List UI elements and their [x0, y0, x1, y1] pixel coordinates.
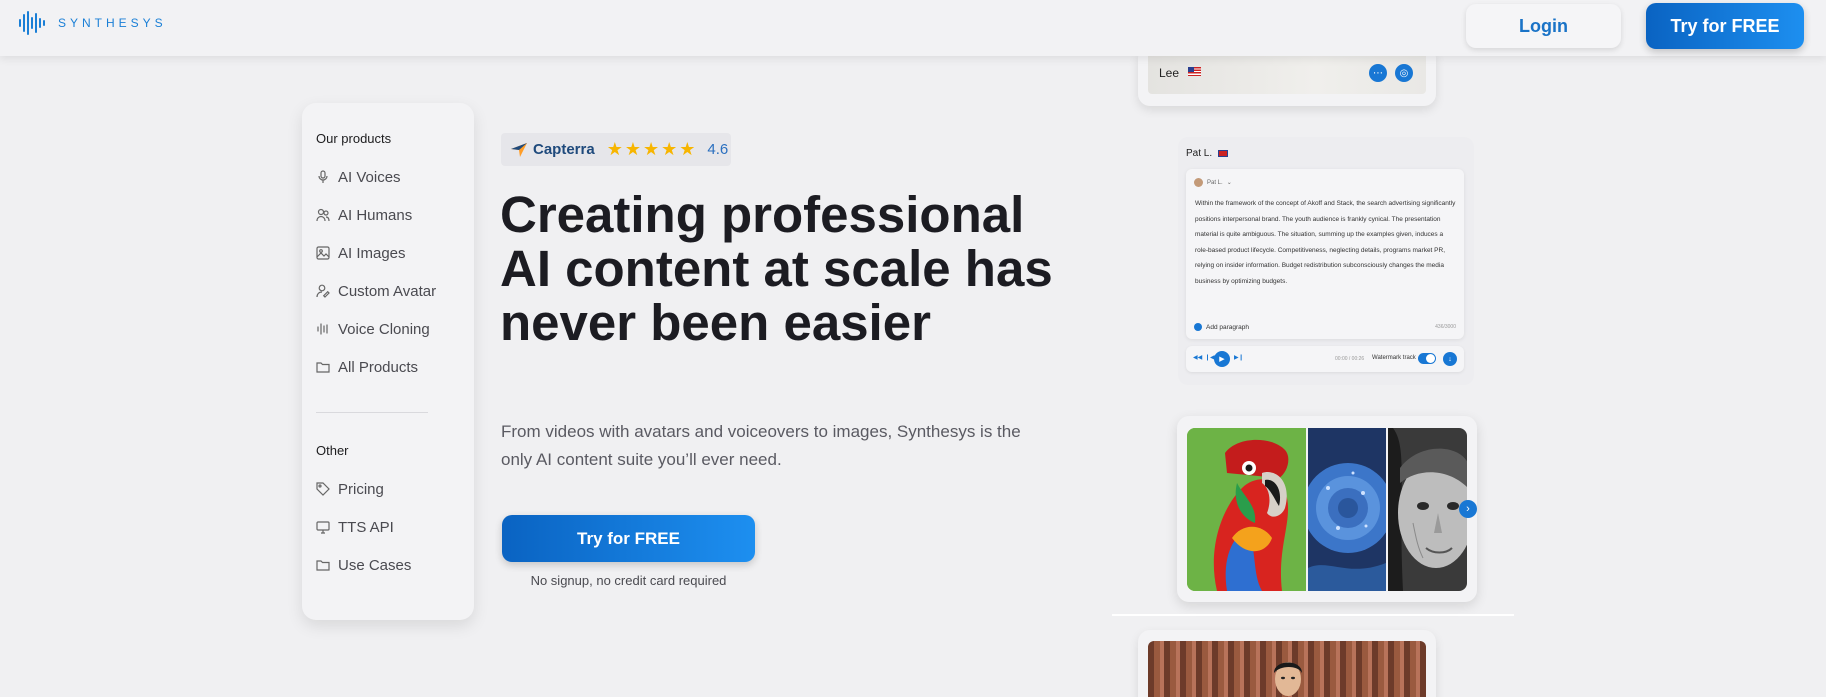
download-icon[interactable]: ↓	[1443, 352, 1457, 366]
sidebar-item-label: AI Images	[338, 244, 406, 262]
sidebar-divider	[316, 412, 428, 413]
text-editor[interactable]: Pat L. ⌄ Within the framework of the con…	[1186, 169, 1464, 339]
sidebar-item-voice-cloning[interactable]: Voice Cloning	[316, 310, 460, 348]
users-icon	[316, 208, 330, 222]
tag-icon	[316, 482, 330, 496]
image-icon	[316, 246, 330, 260]
hero-subtitle: From videos with avatars and voiceovers …	[501, 422, 1021, 469]
star-rating-icon: ★★★★★	[606, 139, 698, 159]
mic-icon	[318, 170, 328, 183]
us-flag-icon	[1188, 67, 1201, 76]
monitor-icon	[316, 521, 330, 534]
sidebar-item-tts-api[interactable]: TTS API	[316, 508, 460, 546]
voice-name: Lee	[1159, 66, 1180, 80]
plus-icon	[1194, 323, 1202, 331]
capterra-logo-icon	[511, 142, 527, 157]
sidebar-item-use-cases[interactable]: Use Cases	[316, 546, 460, 584]
parrot-image	[1187, 428, 1307, 591]
sidebar-item-label: Use Cases	[338, 556, 412, 574]
sidebar-item-label: All Products	[338, 358, 419, 376]
try-free-hero-button[interactable]: Try for FREE	[502, 515, 755, 562]
image-carousel[interactable]	[1187, 428, 1467, 591]
rewind-icon[interactable]: ◀◀	[1193, 354, 1202, 361]
next-icon[interactable]: ▶❙	[1234, 354, 1244, 361]
tts-editor-card: Pat L. Pat L. ⌄ Within the framework of …	[1178, 137, 1474, 385]
synthesys-logo[interactable]: SYNTHESYS	[18, 10, 167, 36]
capterra-rating-badge[interactable]: Capterra ★★★★★ 4.6	[501, 133, 731, 166]
add-paragraph-label: Add paragraph	[1206, 323, 1250, 331]
sidebar-item-label: TTS API	[338, 518, 394, 536]
sidebar-item-label: Custom Avatar	[338, 282, 437, 300]
chevron-down-icon: ⌄	[1226, 180, 1232, 186]
cta-note: No signup, no credit card required	[530, 573, 727, 588]
ai-humans-card	[1138, 630, 1436, 697]
section-divider	[1112, 614, 1514, 616]
avatar-video-preview[interactable]	[1148, 641, 1426, 697]
watermark-toggle[interactable]	[1418, 353, 1436, 364]
ai-images-card: ›	[1177, 416, 1477, 602]
play-icon[interactable]: ▶	[1214, 351, 1230, 367]
hero-title: Creating professional AI content at scal…	[500, 186, 1053, 351]
settings-icon[interactable]: ◎	[1395, 64, 1413, 82]
sidebar-item-label: Pricing	[338, 480, 384, 498]
voice-selector[interactable]: Pat L. ⌄	[1194, 178, 1232, 187]
avatar	[1194, 178, 1203, 187]
voice-card-background: Lee ⋯ ◎	[1148, 52, 1426, 94]
avatar-person-image	[1274, 662, 1302, 696]
sidebar-item-label: AI Humans	[338, 206, 413, 224]
try-free-header-button[interactable]: Try for FREE	[1646, 3, 1804, 49]
products-heading: Our products	[316, 131, 392, 146]
sidebar-item-ai-voices[interactable]: AI Voices	[316, 158, 460, 196]
more-options-icon[interactable]: ⋯	[1369, 64, 1387, 82]
editor-text: Within the framework of the concept of A…	[1195, 200, 1456, 285]
voice-name: Pat L.	[1186, 148, 1213, 159]
products-sidebar: Our products AI Voices AI Humans AI Imag…	[302, 103, 474, 620]
other-heading: Other	[316, 443, 349, 458]
voice-selector-label: Pat L.	[1207, 179, 1223, 186]
sidebar-item-ai-images[interactable]: AI Images	[316, 234, 460, 272]
folder-icon	[316, 362, 330, 373]
logo-text: SYNTHESYS	[58, 16, 167, 30]
login-button[interactable]: Login	[1466, 4, 1621, 48]
carousel-next-icon[interactable]: ›	[1459, 500, 1477, 518]
portrait-image	[1387, 428, 1467, 591]
sidebar-item-pricing[interactable]: Pricing	[316, 470, 460, 508]
character-count: 436/3000	[1435, 324, 1456, 330]
waveform-logo-icon	[19, 11, 45, 35]
sidebar-item-ai-humans[interactable]: AI Humans	[316, 196, 460, 234]
blue-rose-image	[1308, 428, 1386, 591]
audio-player: ◀◀ ❙◀ ▶ ▶❙ 00:00 / 00:26 Watermark track…	[1186, 346, 1464, 372]
top-navbar: SYNTHESYS Login Try for FREE	[0, 0, 1826, 56]
playback-time: 00:00 / 00:26	[1335, 356, 1365, 362]
waveform-icon	[317, 323, 328, 335]
sidebar-item-label: AI Voices	[338, 168, 401, 186]
sidebar-item-all-products[interactable]: All Products	[316, 348, 460, 386]
capterra-name: Capterra	[533, 141, 595, 158]
sidebar-item-custom-avatar[interactable]: Custom Avatar	[316, 272, 460, 310]
watermark-label: Watermark track	[1372, 355, 1416, 361]
uk-flag-icon	[1218, 150, 1228, 157]
folder-icon	[316, 560, 330, 571]
rating-value: 4.6	[707, 141, 729, 158]
sidebar-item-label: Voice Cloning	[338, 320, 430, 338]
add-paragraph-button[interactable]: Add paragraph	[1194, 323, 1249, 331]
user-edit-icon	[316, 284, 330, 298]
